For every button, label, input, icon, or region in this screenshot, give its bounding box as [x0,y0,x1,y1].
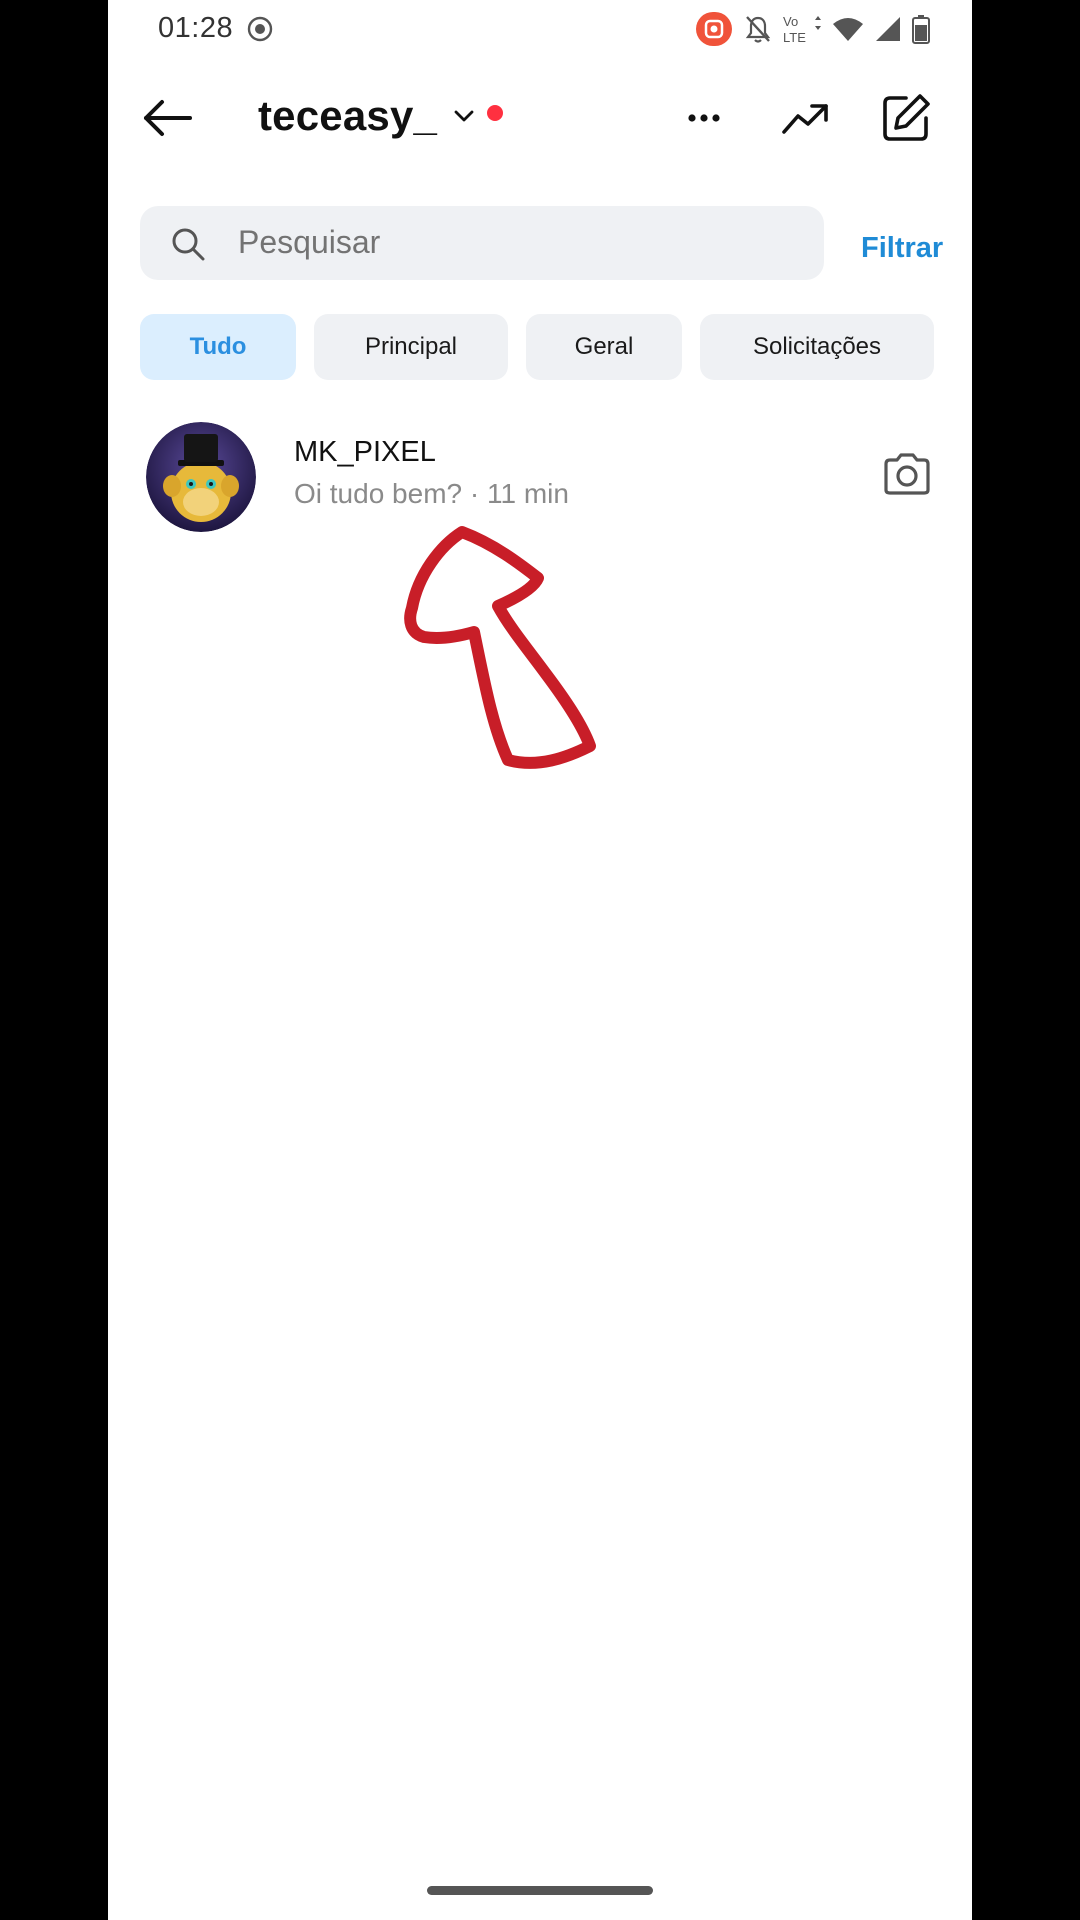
search-row: Pesquisar Filtrar [140,206,943,282]
compose-icon[interactable] [880,92,932,144]
app-notification-icon [696,12,732,46]
tab-tudo[interactable]: Tudo [140,314,296,380]
account-switcher[interactable]: teceasy_ [258,86,504,146]
avatar [146,422,256,532]
notification-dot [487,105,504,121]
svg-text:LTE: LTE [783,30,806,45]
tab-principal[interactable]: Principal [314,314,508,380]
chat-preview: Oi tudo bem? · 11 min [294,478,569,509]
svg-text:Vo: Vo [783,14,798,29]
filter-tabs: Tudo Principal Geral Solicitações [140,314,940,380]
direct-messages-screen: 01:28 Vo LTE teceasy_ Pesquisar Filtrar … [108,0,972,1920]
trending-icon[interactable] [780,92,832,144]
header: teceasy_ [108,80,972,156]
screen-record-icon [247,16,273,42]
search-icon [172,228,205,261]
chat-name: MK_PIXEL [294,436,436,468]
status-bar: 01:28 Vo LTE [108,0,972,60]
tab-geral[interactable]: Geral [526,314,682,380]
volte-icon: Vo LTE [783,14,821,45]
chevron-down-icon [454,110,474,122]
back-arrow-icon[interactable] [138,94,194,142]
status-icons: Vo LTE [694,10,930,48]
tab-solicitacoes[interactable]: Solicitações [700,314,934,380]
signal-icon [876,17,900,41]
home-indicator[interactable] [427,1886,653,1895]
wifi-icon [833,18,863,41]
search-input[interactable]: Pesquisar [140,206,824,280]
camera-icon[interactable] [882,452,932,496]
status-time: 01:28 [158,12,234,44]
account-name: teceasy_ [258,92,438,139]
mute-icon [745,16,771,43]
more-icon[interactable] [678,92,730,144]
annotation-arrow [404,526,596,769]
battery-icon [912,15,930,44]
filter-button[interactable]: Filtrar [861,232,943,265]
search-placeholder: Pesquisar [238,224,381,260]
